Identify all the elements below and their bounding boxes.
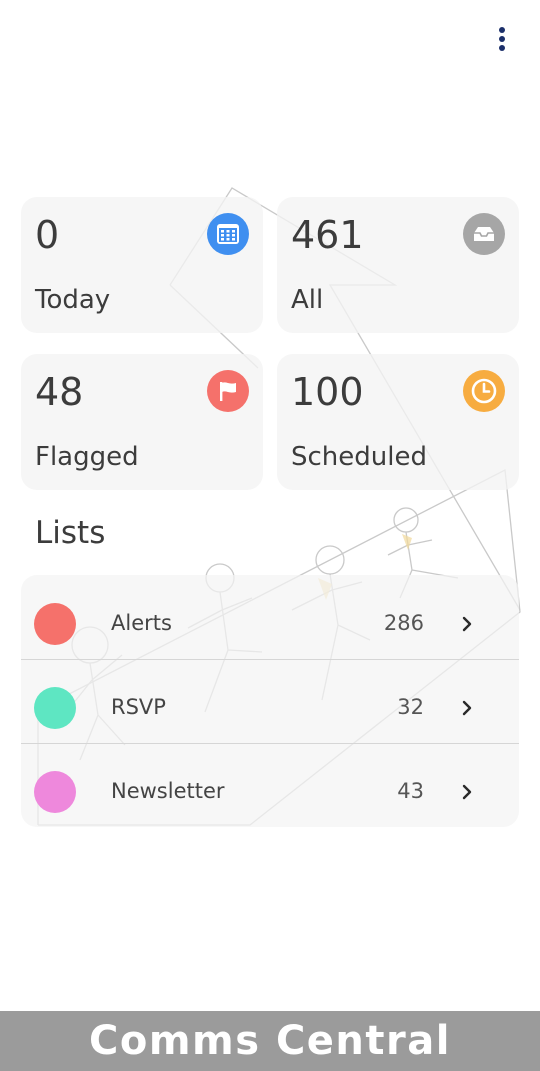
list-item-name: Alerts — [111, 611, 172, 635]
list-item-count: 286 — [383, 611, 424, 635]
all-count: 461 — [291, 213, 364, 257]
chevron-right-icon — [462, 616, 472, 632]
flagged-label: Flagged — [35, 442, 139, 472]
scheduled-count: 100 — [291, 370, 364, 414]
list-color-dot — [34, 603, 76, 645]
today-count: 0 — [35, 213, 60, 257]
list-item-alerts[interactable]: Alerts 286 — [21, 575, 519, 660]
chevron-right-icon — [462, 700, 472, 716]
inbox-tray-icon — [463, 213, 505, 255]
footer-banner: Comms Central — [0, 1011, 540, 1071]
list-item-name: RSVP — [111, 695, 166, 719]
list-color-dot — [34, 771, 76, 813]
lists-heading: Lists — [35, 515, 106, 551]
all-card[interactable]: 461 All — [277, 197, 519, 333]
more-vertical-icon — [499, 27, 505, 51]
calendar-icon — [207, 213, 249, 255]
clock-icon — [463, 370, 505, 412]
list-item-count: 43 — [397, 779, 424, 803]
chevron-right-icon — [462, 784, 472, 800]
flagged-card[interactable]: 48 Flagged — [21, 354, 263, 490]
list-color-dot — [34, 687, 76, 729]
scheduled-card[interactable]: 100 Scheduled — [277, 354, 519, 490]
list-item-name: Newsletter — [111, 779, 225, 803]
list-item-count: 32 — [397, 695, 424, 719]
list-item-newsletter[interactable]: Newsletter 43 — [21, 743, 519, 827]
flagged-count: 48 — [35, 370, 84, 414]
today-label: Today — [35, 285, 111, 315]
app-title: Comms Central — [89, 1018, 451, 1064]
flag-icon — [207, 370, 249, 412]
scheduled-label: Scheduled — [291, 442, 427, 472]
today-card[interactable]: 0 Today — [21, 197, 263, 333]
list-item-rsvp[interactable]: RSVP 32 — [21, 659, 519, 744]
more-options-button[interactable] — [490, 24, 514, 54]
all-label: All — [291, 285, 324, 315]
lists-panel: Alerts 286 RSVP 32 Newsletter 43 — [21, 575, 519, 827]
